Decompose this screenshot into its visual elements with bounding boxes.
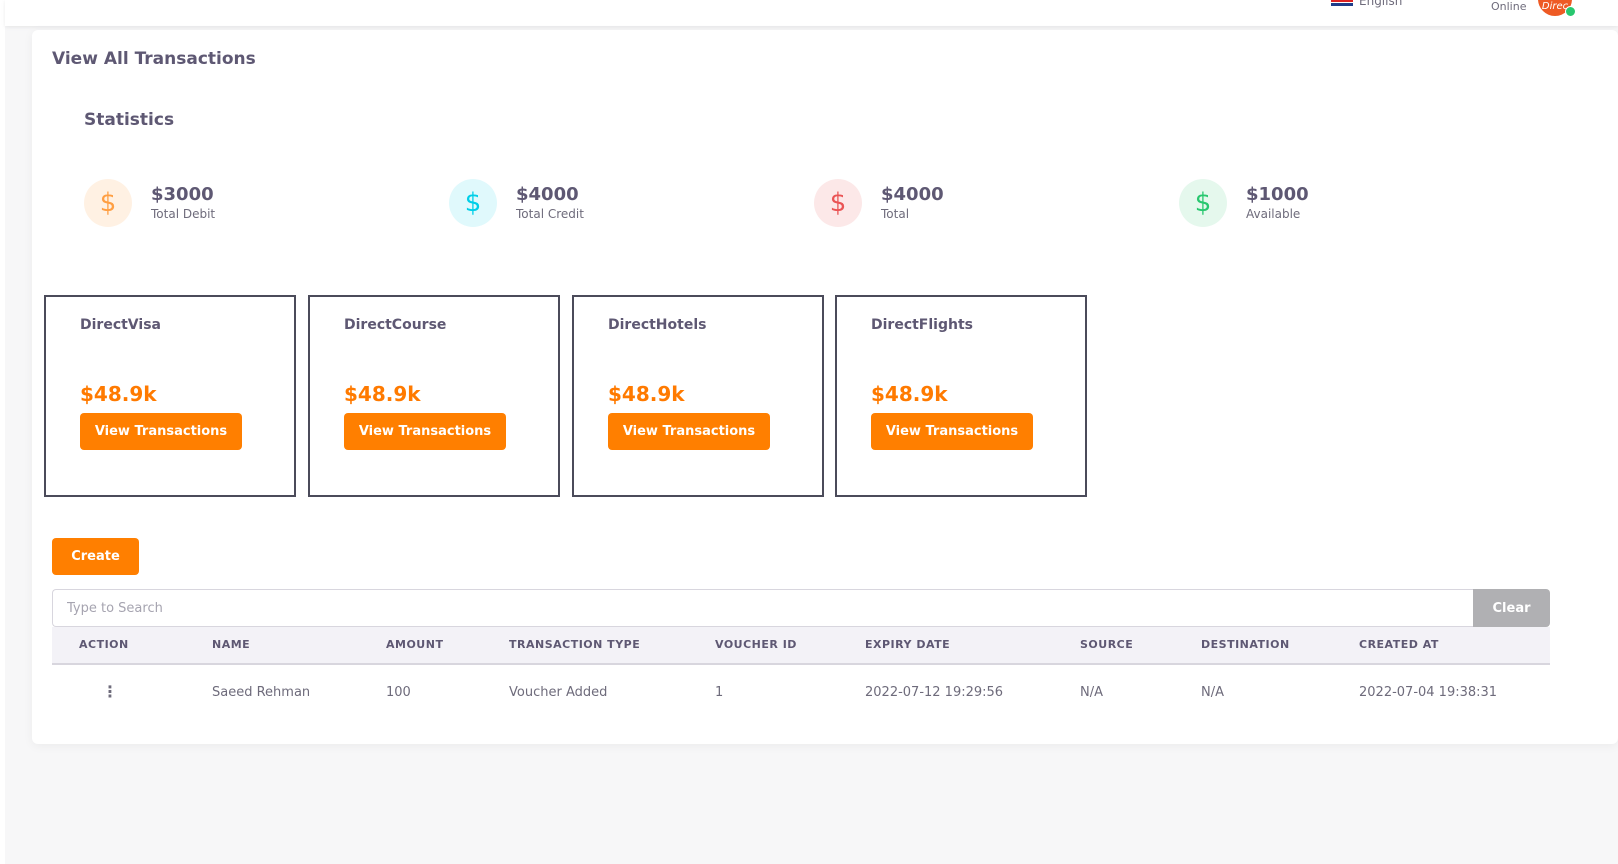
cell-amount: 100	[386, 685, 411, 700]
uk-flag-icon	[1331, 0, 1353, 6]
left-edge	[0, 0, 5, 864]
cell-expiry-date: 2022-07-12 19:29:56	[865, 685, 1004, 700]
stat-available: $ $1000 Available	[1179, 179, 1309, 227]
create-button[interactable]: Create	[52, 538, 139, 575]
dollar-icon: $	[84, 179, 132, 227]
more-vertical-icon[interactable]: ⋮	[102, 681, 118, 703]
stat-label: Total Credit	[516, 207, 584, 221]
stat-label: Total Debit	[151, 207, 216, 221]
search-bar: Clear	[52, 589, 1550, 627]
column-header-amount: AMOUNT	[386, 638, 444, 651]
service-name: DirectHotels	[608, 317, 707, 333]
table-header: ACTION NAME AMOUNT TRANSACTION TYPE VOUC…	[52, 627, 1550, 665]
stat-total: $ $4000 Total	[814, 179, 944, 227]
top-navbar: English Online Direc	[5, 0, 1618, 26]
service-card-directcourse: DirectCourse $48.9k View Transactions	[308, 295, 560, 497]
service-name: DirectVisa	[80, 317, 161, 333]
stat-value: $1000	[1246, 184, 1309, 205]
stat-value: $3000	[151, 184, 214, 205]
service-amount: $48.9k	[344, 382, 421, 406]
stat-label: Available	[1246, 207, 1301, 221]
column-header-expiry-date: EXPIRY DATE	[865, 638, 951, 651]
column-header-name: NAME	[212, 638, 251, 651]
statistics-title: Statistics	[84, 110, 175, 130]
service-amount: $48.9k	[80, 382, 157, 406]
stat-label: Total	[881, 207, 910, 221]
cell-transaction-type: Voucher Added	[509, 685, 608, 700]
stat-total-credit: $ $4000 Total Credit	[449, 179, 584, 227]
cell-name: Saeed Rehman	[212, 685, 311, 700]
dollar-icon: $	[1179, 179, 1227, 227]
language-selector[interactable]: English	[1331, 0, 1402, 8]
dollar-icon: $	[449, 179, 497, 227]
view-transactions-button[interactable]: View Transactions	[608, 413, 770, 450]
cell-source: N/A	[1080, 685, 1103, 700]
clear-button[interactable]: Clear	[1473, 589, 1550, 627]
cell-destination: N/A	[1201, 685, 1224, 700]
transactions-card: View All Transactions Statistics $ $3000…	[32, 30, 1618, 744]
column-header-destination: DESTINATION	[1201, 638, 1290, 651]
stat-total-debit: $ $3000 Total Debit	[84, 179, 215, 227]
service-card-directvisa: DirectVisa $48.9k View Transactions	[44, 295, 296, 497]
view-transactions-button[interactable]: View Transactions	[344, 413, 506, 450]
cell-created-at: 2022-07-04 19:38:31	[1359, 685, 1498, 700]
service-card-directflights: DirectFlights $48.9k View Transactions	[835, 295, 1087, 497]
stat-value: $4000	[881, 184, 944, 205]
page-title: View All Transactions	[52, 49, 256, 69]
view-transactions-button[interactable]: View Transactions	[80, 413, 242, 450]
dollar-icon: $	[814, 179, 862, 227]
column-header-voucher-id: VOUCHER ID	[715, 638, 797, 651]
column-header-action: ACTION	[79, 638, 129, 651]
service-name: DirectFlights	[871, 317, 973, 333]
cell-voucher-id: 1	[715, 685, 724, 700]
column-header-transaction-type: TRANSACTION TYPE	[509, 638, 641, 651]
service-name: DirectCourse	[344, 317, 447, 333]
language-label: English	[1359, 0, 1403, 8]
user-status: Online	[1491, 0, 1527, 13]
search-input[interactable]	[52, 589, 1473, 627]
column-header-created-at: CREATED AT	[1359, 638, 1439, 651]
view-transactions-button[interactable]: View Transactions	[871, 413, 1033, 450]
online-indicator	[1565, 6, 1576, 17]
service-card-directhotels: DirectHotels $48.9k View Transactions	[572, 295, 824, 497]
stat-value: $4000	[516, 184, 579, 205]
column-header-source: SOURCE	[1080, 638, 1134, 651]
table-row: ⋮ Saeed Rehman 100 Voucher Added 1 2022-…	[52, 665, 1550, 721]
service-amount: $48.9k	[608, 382, 685, 406]
service-amount: $48.9k	[871, 382, 948, 406]
